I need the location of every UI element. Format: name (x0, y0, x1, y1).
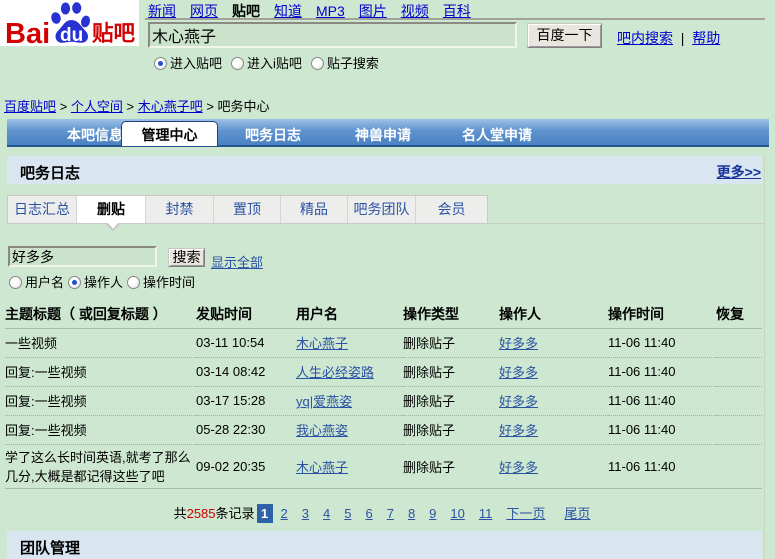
svg-text:du: du (60, 25, 83, 46)
svg-text:Bai: Bai (5, 18, 50, 46)
svg-text:贴吧: 贴吧 (92, 21, 136, 46)
